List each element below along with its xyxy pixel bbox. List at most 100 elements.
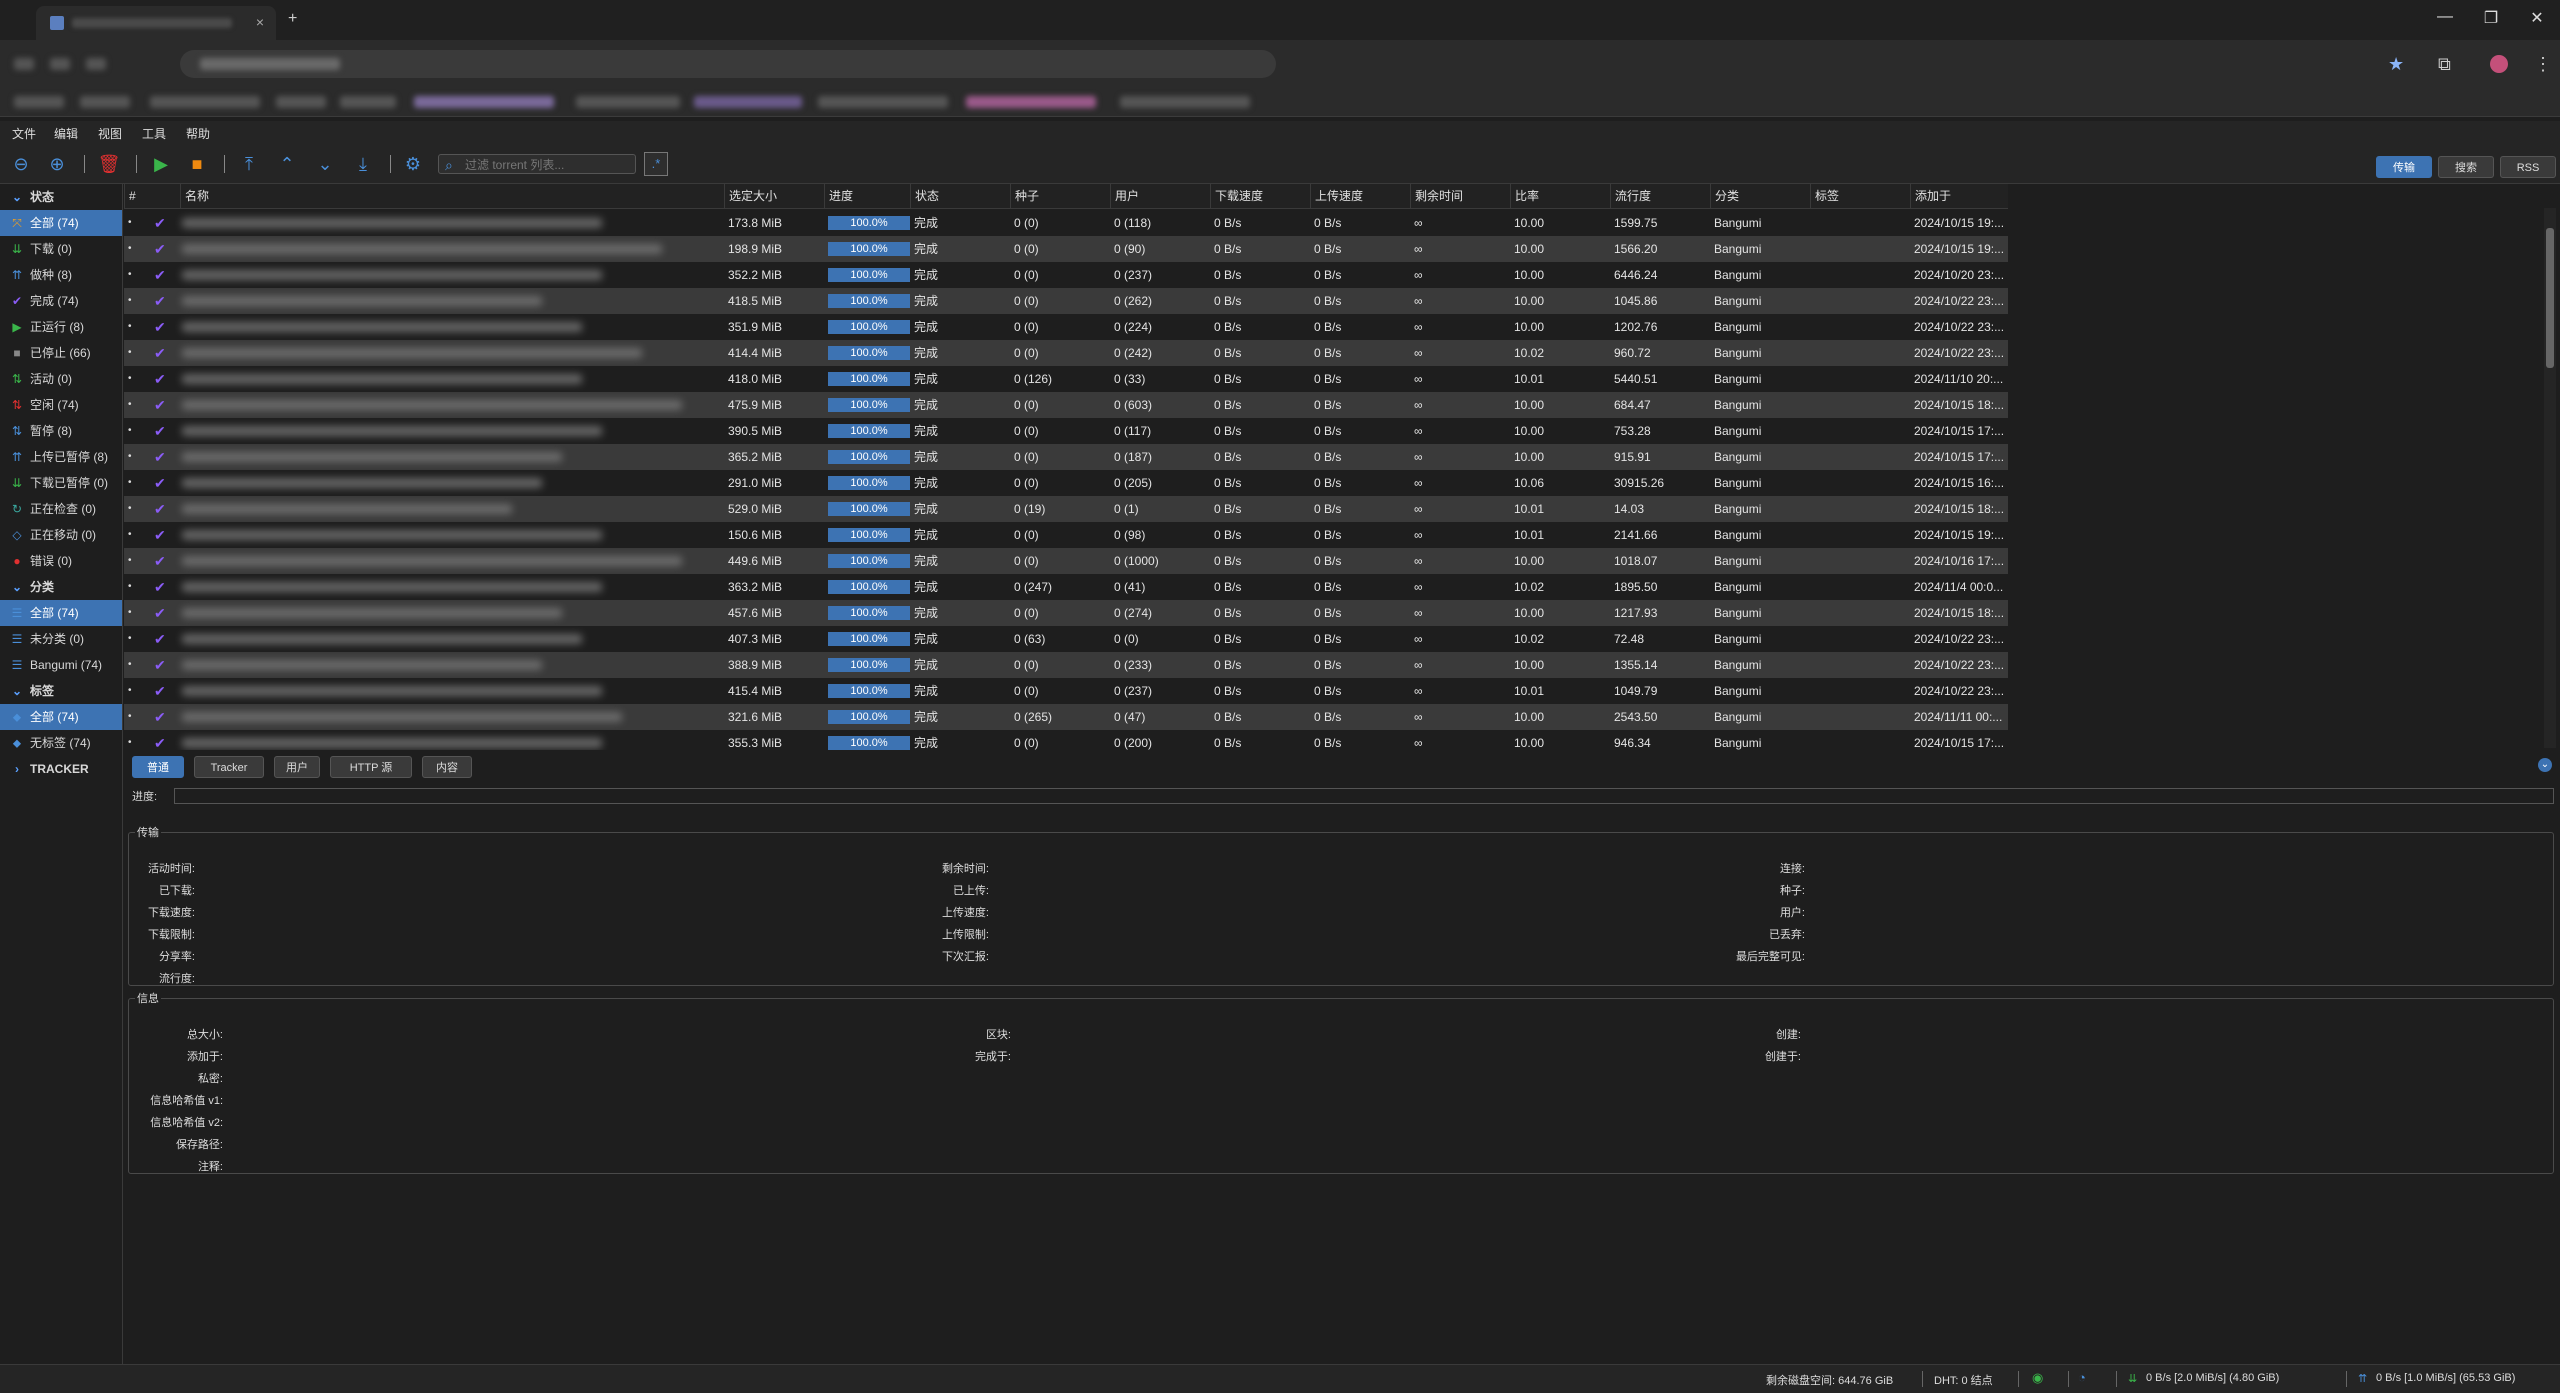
download-speed[interactable]: 0 B/s [2.0 MiB/s] (4.80 GiB) bbox=[2146, 1372, 2279, 1384]
bookmark-item[interactable] bbox=[1120, 96, 1250, 108]
column-header[interactable]: 剩余时间 bbox=[1410, 184, 1510, 208]
sidebar-item[interactable]: ⇅ 暂停 (8) bbox=[0, 418, 122, 444]
profile-avatar[interactable] bbox=[2490, 55, 2508, 73]
extensions-icon[interactable]: ⧉ bbox=[2438, 54, 2451, 75]
bookmark-item[interactable] bbox=[694, 96, 802, 108]
more-menu-icon[interactable]: ⋮ bbox=[2534, 54, 2552, 75]
table-row[interactable]: • ✔ 407.3 MiB 100.0% 完成 0 (63) 0 (0) 0 B/s 0 B/s… bbox=[124, 626, 2008, 652]
bookmark-star-icon[interactable]: ★ bbox=[2388, 54, 2404, 75]
sidebar-item[interactable]: ⇅ 活动 (0) bbox=[0, 366, 122, 392]
restore-icon[interactable]: ❐ bbox=[2476, 8, 2506, 28]
table-row[interactable]: • ✔ 529.0 MiB 100.0% 完成 0 (19) 0 (1) 0 B/s 0 B/s… bbox=[124, 496, 2008, 522]
back-icon[interactable] bbox=[14, 58, 34, 70]
table-row[interactable]: • ✔ 475.9 MiB 100.0% 完成 0 (0) 0 (603) 0 B/s 0 B/… bbox=[124, 392, 2008, 418]
tab-transfers[interactable]: 传输 bbox=[2376, 156, 2432, 178]
sidebar-section-tracker[interactable]: › TRACKER bbox=[0, 756, 122, 782]
bookmark-item[interactable] bbox=[576, 96, 680, 108]
browser-tab[interactable]: × bbox=[36, 6, 276, 40]
column-header[interactable]: 下载速度 bbox=[1210, 184, 1310, 208]
table-row[interactable]: • ✔ 457.6 MiB 100.0% 完成 0 (0) 0 (274) 0 B/s 0 B/… bbox=[124, 600, 2008, 626]
speed-limit-icon[interactable]: ◔ bbox=[2078, 1370, 2086, 1385]
new-tab-icon[interactable]: + bbox=[288, 10, 297, 28]
bookmark-item[interactable] bbox=[150, 96, 260, 108]
chevron-down-icon[interactable]: ⌄ bbox=[10, 574, 24, 600]
sidebar-section-category[interactable]: ⌄ 分类 bbox=[0, 574, 122, 600]
delete-icon[interactable]: 🗑 bbox=[98, 153, 121, 175]
move-top-icon[interactable]: ⤒ bbox=[238, 153, 260, 175]
sidebar-item[interactable]: ⬥ 全部 (74) bbox=[0, 704, 122, 730]
table-row[interactable]: • ✔ 418.5 MiB 100.0% 完成 0 (0) 0 (262) 0 B/s 0 B/… bbox=[124, 288, 2008, 314]
chevron-down-icon[interactable]: ⌄ bbox=[10, 678, 24, 704]
column-header[interactable]: 选定大小 bbox=[724, 184, 824, 208]
tab-peers[interactable]: 用户 bbox=[274, 756, 320, 778]
sidebar-item[interactable]: ■ 已停止 (66) bbox=[0, 340, 122, 366]
menu-help[interactable]: 帮助 bbox=[186, 125, 210, 142]
reload-icon[interactable] bbox=[86, 58, 106, 70]
sidebar-item[interactable]: ⇊ 下载已暂停 (0) bbox=[0, 470, 122, 496]
upload-speed[interactable]: 0 B/s [1.0 MiB/s] (65.53 GiB) bbox=[2376, 1372, 2515, 1384]
forward-icon[interactable] bbox=[50, 58, 70, 70]
sidebar-item[interactable]: ☰ Bangumi (74) bbox=[0, 652, 122, 678]
table-row[interactable]: • ✔ 150.6 MiB 100.0% 完成 0 (0) 0 (98) 0 B/s 0 B/s… bbox=[124, 522, 2008, 548]
bookmark-item[interactable] bbox=[414, 96, 554, 108]
tab-search[interactable]: 搜索 bbox=[2438, 156, 2494, 178]
column-header[interactable]: 上传速度 bbox=[1310, 184, 1410, 208]
column-header[interactable]: 进度 bbox=[824, 184, 910, 208]
sidebar-item[interactable]: ✔ 完成 (74) bbox=[0, 288, 122, 314]
table-row[interactable]: • ✔ 173.8 MiB 100.0% 完成 0 (0) 0 (118) 0 B/s 0 B/… bbox=[124, 210, 2008, 236]
sidebar-section-status[interactable]: ⌄ 状态 bbox=[0, 184, 122, 210]
bookmark-item[interactable] bbox=[818, 96, 948, 108]
sidebar-item[interactable]: ☰ 未分类 (0) bbox=[0, 626, 122, 652]
table-row[interactable]: • ✔ 198.9 MiB 100.0% 完成 0 (0) 0 (90) 0 B/s 0 B/s… bbox=[124, 236, 2008, 262]
column-header[interactable]: 名称 bbox=[180, 184, 724, 208]
menu-view[interactable]: 视图 bbox=[98, 125, 122, 142]
table-row[interactable]: • ✔ 363.2 MiB 100.0% 完成 0 (247) 0 (41) 0 B/s 0 B… bbox=[124, 574, 2008, 600]
column-header[interactable]: 分类 bbox=[1710, 184, 1810, 208]
column-header[interactable]: 用户 bbox=[1110, 184, 1210, 208]
column-header[interactable]: 状态 bbox=[910, 184, 1010, 208]
move-up-icon[interactable]: ⌃ bbox=[276, 153, 298, 175]
column-header[interactable]: 比率 bbox=[1510, 184, 1610, 208]
column-header[interactable]: # bbox=[124, 184, 180, 208]
table-row[interactable]: • ✔ 352.2 MiB 100.0% 完成 0 (0) 0 (237) 0 B/s 0 B/… bbox=[124, 262, 2008, 288]
sidebar-item[interactable]: ⬥ 无标签 (74) bbox=[0, 730, 122, 756]
bookmark-item[interactable] bbox=[14, 96, 64, 108]
add-torrent-icon[interactable]: ⊕ bbox=[46, 153, 68, 175]
url-field[interactable] bbox=[180, 50, 1276, 78]
add-link-icon[interactable]: ⊖ bbox=[10, 153, 32, 175]
table-row[interactable]: • ✔ 291.0 MiB 100.0% 完成 0 (0) 0 (205) 0 B/s 0 B/… bbox=[124, 470, 2008, 496]
menu-edit[interactable]: 编辑 bbox=[54, 125, 78, 142]
sidebar-item[interactable]: ● 错误 (0) bbox=[0, 548, 122, 574]
connection-status-icon[interactable]: ◉ bbox=[2032, 1370, 2043, 1386]
table-row[interactable]: • ✔ 365.2 MiB 100.0% 完成 0 (0) 0 (187) 0 B/s 0 B/… bbox=[124, 444, 2008, 470]
sidebar-item[interactable]: ⇈ 做种 (8) bbox=[0, 262, 122, 288]
tab-general[interactable]: 普通 bbox=[132, 756, 184, 778]
sidebar-item[interactable]: ⇈ 上传已暂停 (8) bbox=[0, 444, 122, 470]
menu-tools[interactable]: 工具 bbox=[142, 125, 166, 142]
column-header[interactable]: 标签 bbox=[1810, 184, 1910, 208]
table-row[interactable]: • ✔ 351.9 MiB 100.0% 完成 0 (0) 0 (224) 0 B/s 0 B/… bbox=[124, 314, 2008, 340]
table-row[interactable]: • ✔ 418.0 MiB 100.0% 完成 0 (126) 0 (33) 0 B/s 0 B… bbox=[124, 366, 2008, 392]
sidebar-section-tags[interactable]: ⌄ 标签 bbox=[0, 678, 122, 704]
column-header[interactable]: 流行度 bbox=[1610, 184, 1710, 208]
tab-rss[interactable]: RSS bbox=[2500, 156, 2556, 178]
sidebar-item[interactable]: ⤧ 全部 (74) bbox=[0, 210, 122, 236]
table-row[interactable]: • ✔ 355.3 MiB 100.0% 完成 0 (0) 0 (200) 0 B/s 0 B/… bbox=[124, 730, 2008, 750]
minimize-icon[interactable]: — bbox=[2430, 8, 2460, 26]
bookmark-item[interactable] bbox=[966, 96, 1096, 108]
bookmark-item[interactable] bbox=[276, 96, 326, 108]
table-row[interactable]: • ✔ 415.4 MiB 100.0% 完成 0 (0) 0 (237) 0 B/s 0 B/… bbox=[124, 678, 2008, 704]
start-icon[interactable]: ▶ bbox=[150, 153, 172, 175]
scrollbar-thumb[interactable] bbox=[2546, 228, 2554, 368]
sidebar-item[interactable]: ▶ 正运行 (8) bbox=[0, 314, 122, 340]
move-down-icon[interactable]: ⌄ bbox=[314, 153, 336, 175]
tab-tracker[interactable]: Tracker bbox=[194, 756, 264, 778]
move-bottom-icon[interactable]: ⤓ bbox=[352, 153, 374, 175]
sidebar-item[interactable]: ↻ 正在检查 (0) bbox=[0, 496, 122, 522]
chevron-right-icon[interactable]: › bbox=[10, 756, 24, 782]
sidebar-item[interactable]: ⇊ 下载 (0) bbox=[0, 236, 122, 262]
close-tab-icon[interactable]: × bbox=[256, 14, 264, 30]
sidebar-item[interactable]: ☰ 全部 (74) bbox=[0, 600, 122, 626]
close-window-icon[interactable]: ✕ bbox=[2522, 8, 2552, 28]
table-row[interactable]: • ✔ 388.9 MiB 100.0% 完成 0 (0) 0 (233) 0 B/s 0 B/… bbox=[124, 652, 2008, 678]
